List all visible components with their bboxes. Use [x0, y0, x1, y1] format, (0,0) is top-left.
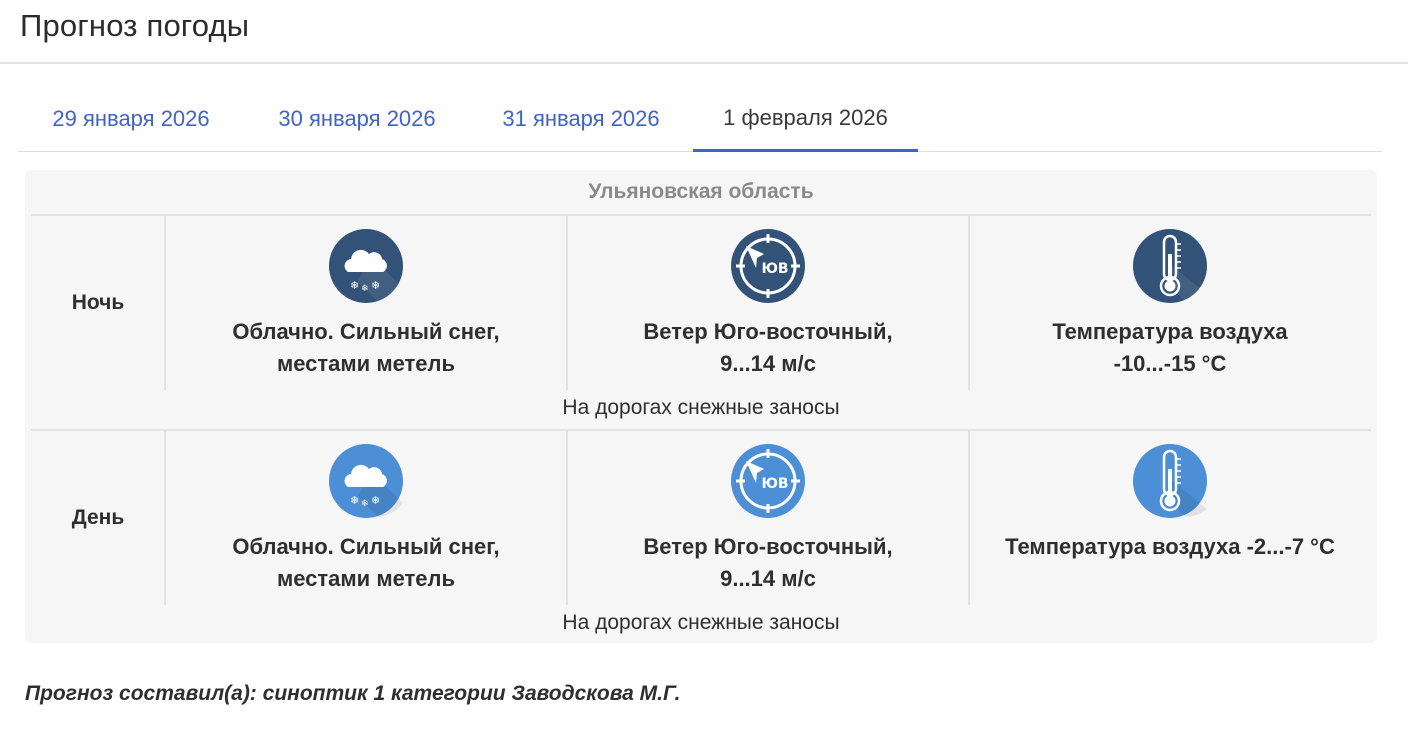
divider: [31, 214, 1371, 216]
svg-text:❄: ❄: [350, 279, 359, 292]
wind-direction-icon: ЮВ: [731, 444, 805, 518]
svg-text:❄: ❄: [371, 279, 380, 292]
period-label-day: День: [71, 506, 125, 529]
night-temp-cell: Температура воздуха -10...-15 °C: [970, 228, 1370, 380]
road-note-day: На дорогах снежные заносы: [562, 611, 840, 634]
night-weather-cell: ❄ ❄ ❄ Облачно. Сильный снег, местами мет…: [166, 228, 566, 380]
wind-description: Ветер Юго-восточный, 9...14 м/с: [643, 534, 893, 591]
forecast-author: Прогноз составил(а): синоптик 1 категори…: [25, 682, 681, 705]
thermometer-icon: [1133, 229, 1207, 303]
wind-direction-badge: ЮВ: [761, 261, 788, 277]
tab-jan-30[interactable]: 30 января 2026: [244, 86, 470, 151]
weather-description: Облачно. Сильный снег, местами метель: [232, 319, 500, 376]
wind-description: Ветер Юго-восточный, 9...14 м/с: [643, 319, 893, 376]
wind-direction-badge: ЮВ: [761, 476, 788, 492]
svg-text:❄: ❄: [371, 494, 380, 507]
day-temp-cell: Температура воздуха -2...-7 °C: [970, 443, 1370, 563]
night-wind-cell: ЮВ Ветер Юго-восточный, 9...14 м/с: [568, 228, 968, 380]
snow-cloud-icon: ❄ ❄ ❄: [329, 229, 403, 303]
page-title: Прогноз погоды: [20, 8, 250, 43]
temperature-description: Температура воздуха -2...-7 °C: [1005, 534, 1335, 559]
tab-feb-1[interactable]: 1 февраля 2026: [693, 86, 918, 152]
day-weather-cell: ❄ ❄ ❄ Облачно. Сильный снег, местами мет…: [166, 443, 566, 595]
period-label-night: Ночь: [71, 291, 125, 314]
thermometer-icon: [1133, 444, 1207, 518]
snow-cloud-icon: ❄ ❄ ❄: [329, 444, 403, 518]
divider: [31, 429, 1371, 431]
road-note-night: На дорогах снежные заносы: [562, 396, 840, 419]
title-divider: [0, 62, 1408, 64]
date-tabs: 29 января 2026 30 января 2026 31 января …: [18, 86, 1382, 152]
region-title: Ульяновская область: [588, 180, 814, 203]
tab-jan-29[interactable]: 29 января 2026: [18, 86, 244, 151]
weather-description: Облачно. Сильный снег, местами метель: [232, 534, 500, 591]
forecast-panel: Ульяновская область Ночь ❄ ❄ ❄ Облачно. …: [25, 170, 1377, 643]
day-wind-cell: ЮВ Ветер Юго-восточный, 9...14 м/с: [568, 443, 968, 595]
wind-direction-icon: ЮВ: [731, 229, 805, 303]
temperature-description: Температура воздуха -10...-15 °C: [1052, 319, 1288, 376]
svg-text:❄: ❄: [361, 284, 369, 294]
svg-text:❄: ❄: [350, 494, 359, 507]
svg-text:❄: ❄: [361, 499, 369, 509]
tab-jan-31[interactable]: 31 января 2026: [470, 86, 692, 151]
